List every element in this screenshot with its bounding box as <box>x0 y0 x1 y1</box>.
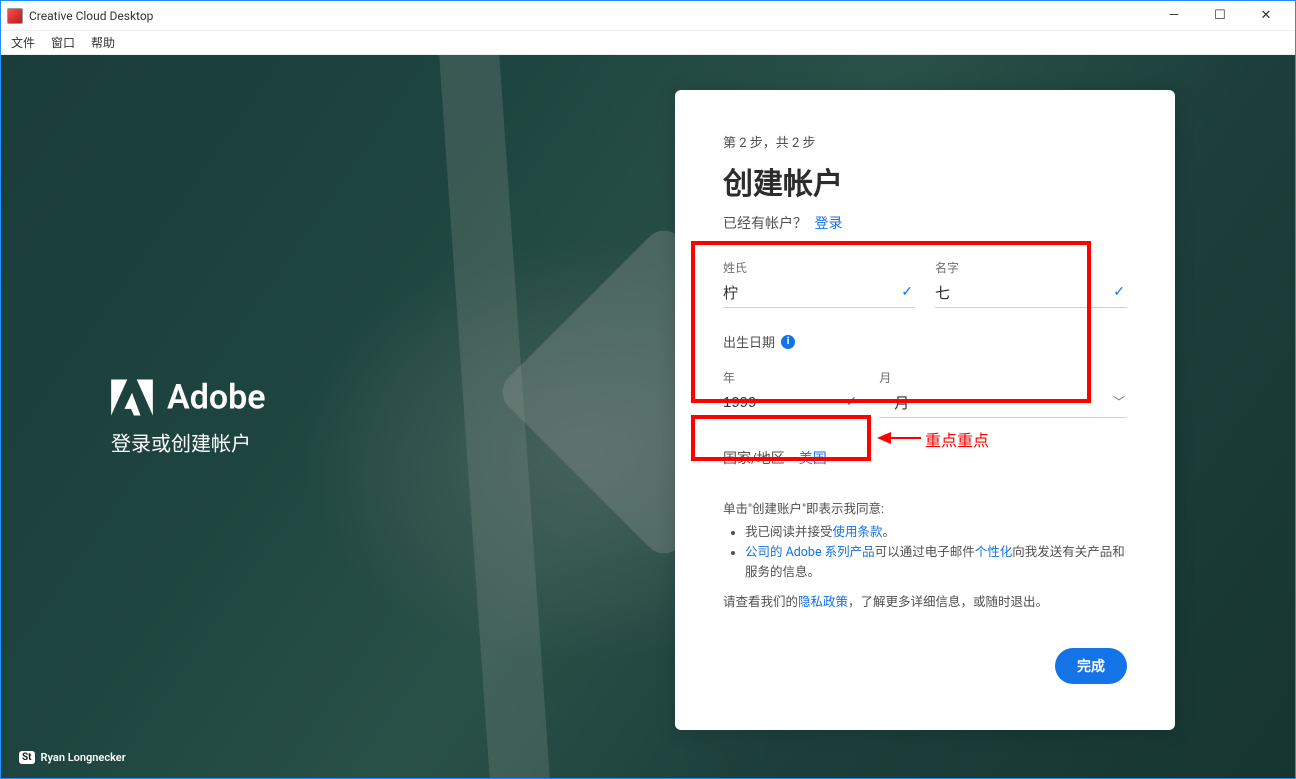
content-area: Adobe 登录或创建帐户 St Ryan Longnecker 第 2 步，共… <box>1 55 1295 778</box>
personalization-link[interactable]: 个性化 <box>975 545 1013 560</box>
year-input[interactable] <box>723 390 859 418</box>
signin-link[interactable]: 登录 <box>814 216 842 232</box>
maximize-button[interactable]: ☐ <box>1197 1 1243 31</box>
check-icon: ✓ <box>901 284 913 300</box>
terms-list: 我已阅读并接受使用条款。 公司的 Adobe 系列产品可以通过电子邮件个性化向我… <box>723 523 1127 583</box>
terms-intro: 单击"创建账户"即表示我同意: <box>723 498 1127 517</box>
brand-subtitle: 登录或创建帐户 <box>111 427 266 456</box>
minimize-button[interactable]: ― <box>1151 1 1197 31</box>
firstname-input[interactable] <box>935 280 1127 308</box>
year-label: 年 <box>723 369 859 386</box>
terms-item-1: 我已阅读并接受使用条款。 <box>745 523 1127 543</box>
month-field[interactable]: 月 ﹀ <box>879 369 1127 418</box>
region-link[interactable]: 美国 <box>799 448 827 468</box>
lastname-label: 姓氏 <box>723 259 915 276</box>
firstname-field[interactable]: 名字 ✓ <box>935 259 1127 308</box>
menu-window[interactable]: 窗口 <box>51 34 75 51</box>
terms-item-2: 公司的 Adobe 系列产品可以通过电子邮件个性化向我发送有关产品和服务的信息。 <box>745 543 1127 583</box>
photo-credit: St Ryan Longnecker <box>19 751 126 764</box>
signup-card: 第 2 步，共 2 步 创建帐户 已经有帐户？ 登录 姓氏 ✓ 名字 ✓ 出生日… <box>675 90 1175 730</box>
annotation-arrow-line <box>891 437 921 439</box>
lastname-field[interactable]: 姓氏 ✓ <box>723 259 915 308</box>
adobe-products-link[interactable]: 公司的 Adobe 系列产品 <box>745 545 875 560</box>
menubar: 文件 窗口 帮助 <box>1 31 1295 55</box>
brand-block: Adobe 登录或创建帐户 <box>111 377 266 456</box>
check-icon: ✓ <box>846 394 858 410</box>
firstname-label: 名字 <box>935 259 1127 276</box>
step-indicator: 第 2 步，共 2 步 <box>723 132 1127 151</box>
already-prefix: 已经有帐户？ <box>723 216 807 232</box>
dob-label: 出生日期 <box>723 332 775 351</box>
adobe-logo-icon <box>111 379 153 415</box>
brand-name: Adobe <box>167 377 266 417</box>
check-icon: ✓ <box>1113 284 1125 300</box>
credit-author: Ryan Longnecker <box>41 751 126 764</box>
menu-help[interactable]: 帮助 <box>91 34 115 51</box>
page-title: 创建帐户 <box>723 159 1127 203</box>
window-controls: ― ☐ ✕ <box>1151 1 1289 31</box>
region-label: 国家/地区 <box>723 448 785 468</box>
annotation-text: 重点重点 <box>925 427 989 451</box>
terms-footer: 请查看我们的隐私政策，了解更多详细信息，或随时退出。 <box>723 591 1127 610</box>
info-icon[interactable]: i <box>781 335 795 349</box>
lastname-input[interactable] <box>723 280 915 308</box>
already-have-account: 已经有帐户？ 登录 <box>723 213 1127 233</box>
window-title: Creative Cloud Desktop <box>29 9 1151 23</box>
terms-of-use-link[interactable]: 使用条款 <box>833 525 883 540</box>
annotation-arrow-icon <box>877 432 891 444</box>
stock-badge: St <box>19 751 35 764</box>
titlebar: Creative Cloud Desktop ― ☐ ✕ <box>1 1 1295 31</box>
privacy-policy-link[interactable]: 隐私政策 <box>798 595 848 610</box>
close-button[interactable]: ✕ <box>1243 1 1289 31</box>
app-icon <box>7 8 23 24</box>
done-button[interactable]: 完成 <box>1055 648 1127 684</box>
month-select[interactable] <box>879 390 1127 418</box>
year-field[interactable]: 年 ✓ <box>723 369 859 418</box>
menu-file[interactable]: 文件 <box>11 34 35 51</box>
month-label: 月 <box>879 369 1127 386</box>
chevron-down-icon: ﹀ <box>1113 393 1125 410</box>
